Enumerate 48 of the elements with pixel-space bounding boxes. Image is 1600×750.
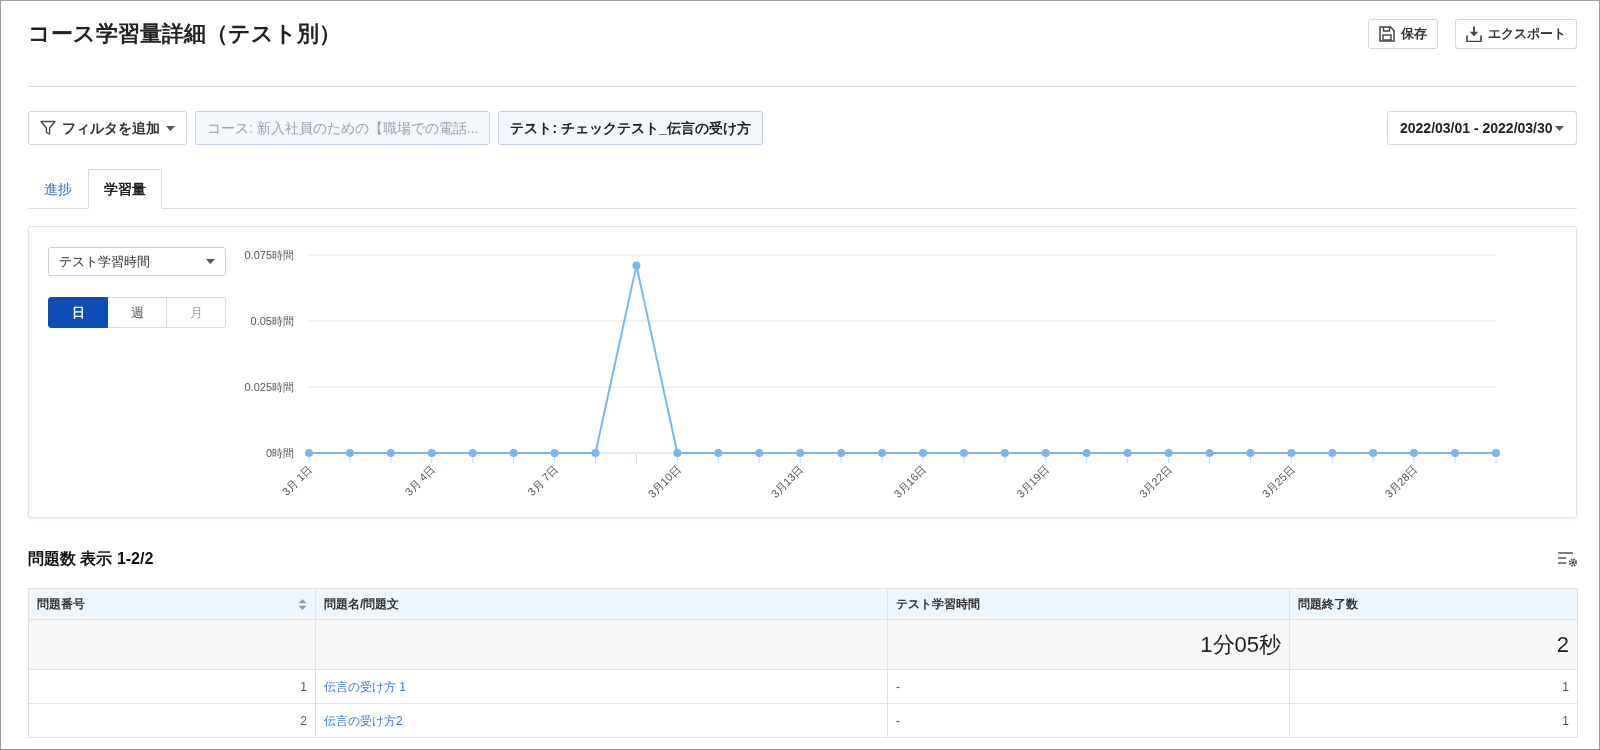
save-icon <box>1379 26 1395 42</box>
y-axis-label: 0.075時間 <box>244 249 294 261</box>
x-axis-label: 3月 7日 <box>525 462 560 498</box>
column-header: 問題終了数 <box>1289 588 1578 620</box>
table-cell: 2 <box>1289 619 1578 670</box>
sort-icon[interactable] <box>298 597 307 611</box>
period-button[interactable]: 週 <box>108 297 167 328</box>
column-header: テスト学習時間 <box>887 588 1290 620</box>
table-cell: 1分05秒 <box>887 619 1290 670</box>
table-cell: 1 <box>1289 669 1578 704</box>
caret-icon <box>166 125 175 131</box>
y-axis-label: 0.05時間 <box>250 315 294 327</box>
question-link[interactable]: 伝言の受け方2 <box>324 713 403 728</box>
table-cell: 1 <box>28 669 316 704</box>
question-link[interactable]: 伝言の受け方 1 <box>324 679 406 694</box>
column-header: 問題名/問題文 <box>315 588 888 620</box>
column-header[interactable]: 問題番号 <box>28 588 316 620</box>
table-title: 問題数 表示 1-2/2 <box>28 549 154 569</box>
column-settings-icon[interactable] <box>1558 551 1577 567</box>
x-axis-label: 3月 1日 <box>279 462 315 498</box>
x-axis-label: 3月10日 <box>645 462 683 500</box>
tab[interactable]: 進捗 <box>28 169 88 209</box>
y-axis-label: 0.025時間 <box>244 381 294 393</box>
table-cell: 1 <box>1289 703 1578 738</box>
caret-icon <box>206 259 215 264</box>
table-cell: - <box>887 703 1290 738</box>
x-axis-label: 3月16日 <box>891 462 929 500</box>
page-title: コース学習量詳細（テスト別） <box>28 21 341 48</box>
date-range-dropdown[interactable]: 2022/03/01 - 2022/03/30 <box>1387 111 1577 145</box>
x-axis-label: 3月13日 <box>768 462 806 500</box>
export-button[interactable]: エクスポート <box>1455 19 1577 49</box>
caret-icon <box>1555 125 1564 131</box>
x-axis-label: 3月28日 <box>1382 462 1420 500</box>
table-cell: 2 <box>28 703 316 738</box>
download-icon <box>1466 26 1482 42</box>
tab[interactable]: 学習量 <box>88 169 162 209</box>
y-axis-label: 0時間 <box>265 447 294 459</box>
metric-select[interactable]: テスト学習時間 <box>48 247 226 276</box>
save-button[interactable]: 保存 <box>1368 19 1438 49</box>
x-axis-label: 3月19日 <box>1014 462 1052 500</box>
x-axis-label: 3月 4日 <box>402 462 438 498</box>
filter-icon <box>40 120 56 136</box>
period-button[interactable]: 日 <box>48 297 108 328</box>
table-cell: - <box>887 669 1290 704</box>
x-axis-label: 3月25日 <box>1259 462 1297 500</box>
x-axis-label: 3月22日 <box>1136 462 1174 500</box>
add-filter-button[interactable]: フィルタを追加 <box>28 111 187 145</box>
filter-chip[interactable]: テスト: チェックテスト_伝言の受け方 <box>498 111 763 145</box>
